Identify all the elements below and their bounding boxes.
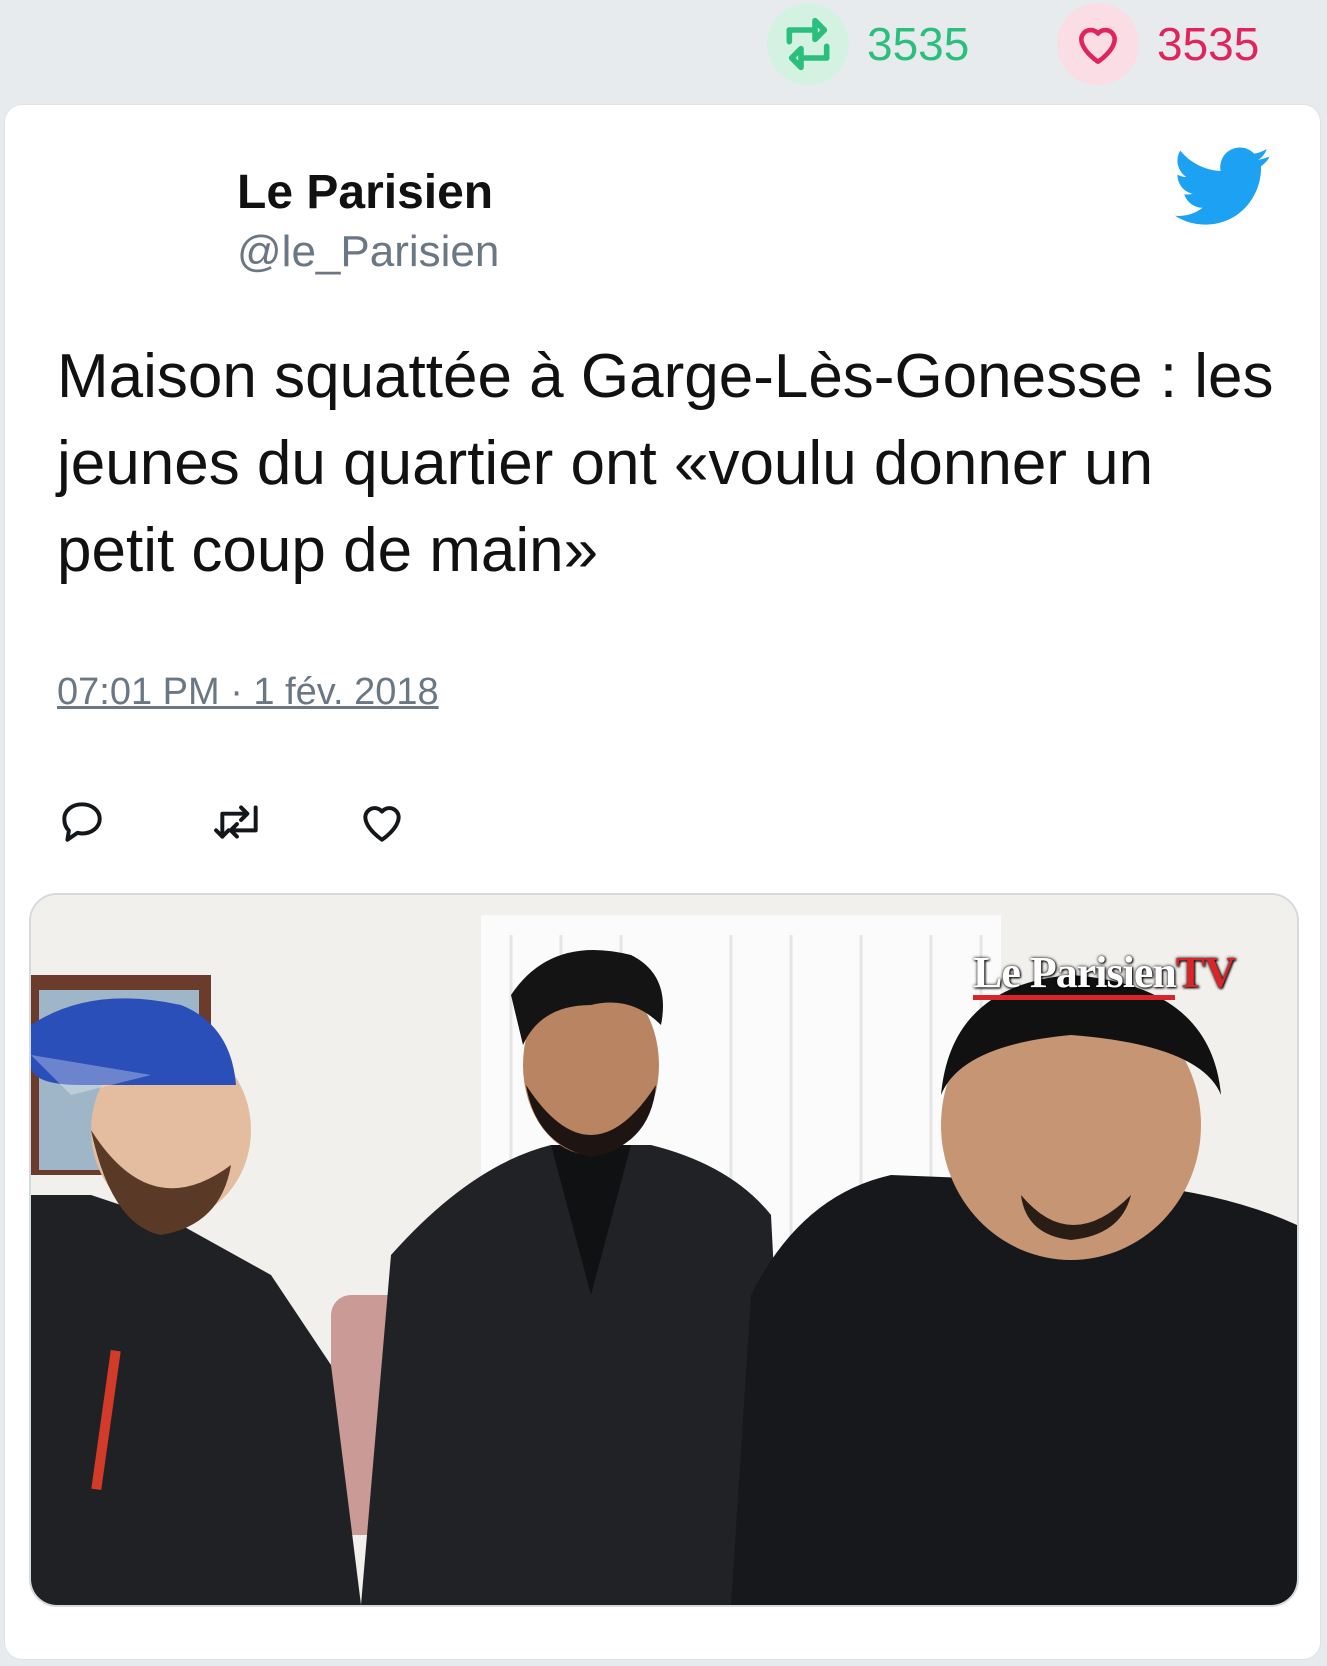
reply-button[interactable] bbox=[57, 787, 207, 857]
heart-icon bbox=[1057, 3, 1139, 85]
tweet-timestamp[interactable]: 07:01 PM · 1 fév. 2018 bbox=[57, 671, 439, 714]
tweet-actions bbox=[57, 787, 507, 857]
retweet-icon bbox=[214, 805, 258, 839]
author-name[interactable]: Le Parisien bbox=[237, 165, 493, 220]
author-handle[interactable]: @le_Parisien bbox=[237, 227, 499, 277]
twitter-bird-icon[interactable] bbox=[1175, 147, 1271, 227]
retweet-count: 3535 bbox=[867, 18, 970, 70]
retweet-button[interactable] bbox=[207, 787, 357, 857]
like-icon bbox=[363, 806, 401, 842]
like-stat[interactable]: 3535 bbox=[1057, 3, 1260, 85]
reply-icon bbox=[62, 802, 102, 842]
tweet-media-photo[interactable]: Le ParisienTV bbox=[29, 893, 1299, 1607]
like-button[interactable] bbox=[357, 787, 507, 857]
retweet-stat[interactable]: 3535 bbox=[767, 3, 970, 85]
tweet-text: Maison squattée à Garge-Lès-Gonesse : le… bbox=[57, 342, 1274, 585]
engagement-stats: 3535 3535 bbox=[0, 0, 1327, 100]
like-count: 3535 bbox=[1157, 18, 1260, 70]
tweet-card: Le Parisien @le_Parisien Maison squattée… bbox=[4, 104, 1321, 1660]
media-watermark-logo: Le ParisienTV bbox=[973, 947, 1236, 1000]
retweet-icon bbox=[767, 3, 849, 85]
photo-scene bbox=[31, 895, 1297, 1605]
